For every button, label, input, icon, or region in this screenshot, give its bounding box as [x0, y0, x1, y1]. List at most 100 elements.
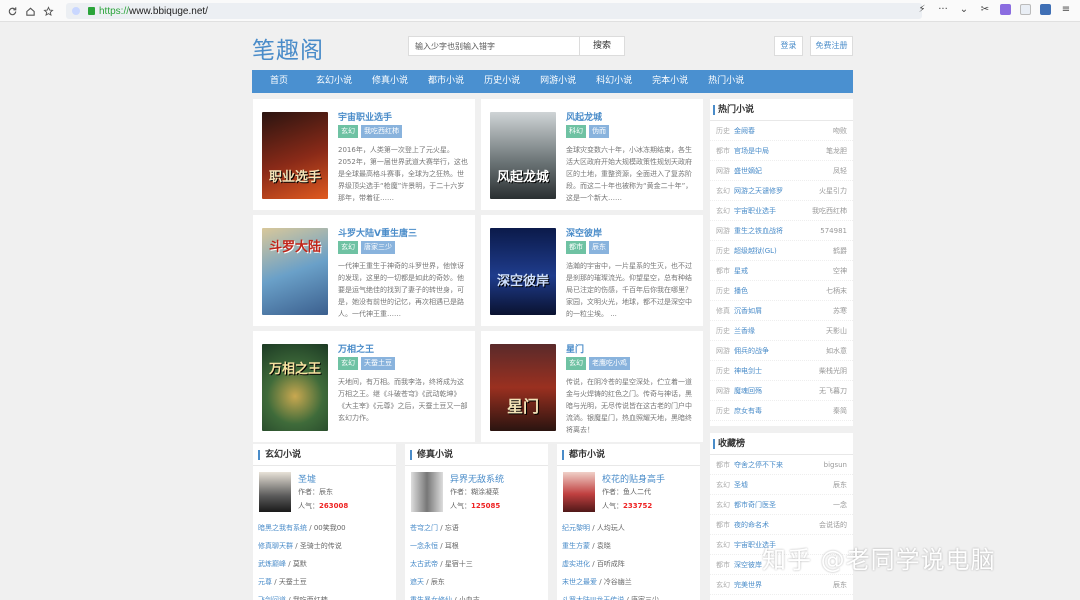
- featured-card[interactable]: 职业选手 宇宙职业选手 玄幻 我吃西红柿 2016年，人类第一次登上了元火星。20…: [253, 99, 475, 210]
- category-tag[interactable]: 科幻: [566, 125, 586, 138]
- ranking-row[interactable]: 玄幻 宇宙职业选手 我吃西红柿: [710, 201, 853, 221]
- bookmark-star-icon[interactable]: [38, 1, 58, 21]
- list-item[interactable]: 暗黑之我有系统 / 00笑我00: [258, 519, 396, 537]
- category-tag[interactable]: 玄幻: [338, 357, 358, 370]
- book-title[interactable]: 深空彼岸: [566, 226, 602, 239]
- ranking-row[interactable]: 都市 夜的命名术 会说话的: [710, 515, 853, 535]
- row-title[interactable]: 官场是中局: [734, 146, 826, 156]
- ranking-row[interactable]: 都市 官场是中局 笔龙胆: [710, 141, 853, 161]
- row-title[interactable]: 庶女有毒: [734, 406, 833, 416]
- list-item[interactable]: 修真聊天群 / 圣骑士的传说: [258, 537, 396, 555]
- window-icon[interactable]: [1020, 3, 1031, 15]
- nav-home[interactable]: 首页: [260, 70, 306, 93]
- category-tag[interactable]: 都市: [566, 241, 586, 254]
- book-title[interactable]: 星门: [566, 342, 584, 355]
- profile-icon[interactable]: [1040, 3, 1051, 15]
- row-title[interactable]: 金阙春: [734, 126, 833, 136]
- list-item[interactable]: 斗罗大陆III龙王传说 / 唐家三少: [562, 591, 700, 600]
- ranking-row[interactable]: 网游 魔魂回殇 无飞暮刀: [710, 381, 853, 401]
- book-cover[interactable]: 职业选手: [262, 112, 328, 199]
- ranking-row[interactable]: 玄幻 完美世界 辰东: [710, 575, 853, 595]
- row-title[interactable]: 佣兵的战争: [734, 346, 826, 356]
- author-tag[interactable]: 老鹰吃小鸡: [589, 357, 630, 370]
- lightning-icon[interactable]: ⚡: [916, 3, 928, 15]
- author-tag[interactable]: 我吃西红柿: [361, 125, 402, 138]
- ranking-row[interactable]: 网游 盛世嫡妃 凤轻: [710, 161, 853, 181]
- book-thumb[interactable]: [563, 472, 595, 512]
- list-item[interactable]: 武炼巅峰 / 莫默: [258, 555, 396, 573]
- panel-book-title[interactable]: 校花的贴身高手: [602, 472, 665, 485]
- list-item[interactable]: 元尊 / 天蚕土豆: [258, 573, 396, 591]
- row-title[interactable]: 魔魂回殇: [734, 386, 819, 396]
- book-title[interactable]: 斗罗大陆V重生唐三: [338, 226, 417, 239]
- row-title[interactable]: 完美世界: [734, 580, 833, 590]
- nav-wanben[interactable]: 完本小说: [642, 70, 698, 93]
- register-button[interactable]: 免费注册: [810, 36, 853, 56]
- book-title[interactable]: 宇宙职业选手: [338, 110, 392, 123]
- address-bar[interactable]: https://www.bbiquge.net/: [66, 3, 922, 19]
- nav-xuanhuan[interactable]: 玄幻小说: [306, 70, 362, 93]
- list-item[interactable]: 太古武帝 / 星宿十三: [410, 555, 548, 573]
- row-title[interactable]: 重生之铁血战将: [734, 226, 820, 236]
- row-title[interactable]: 星戒: [734, 266, 833, 276]
- list-item[interactable]: 重生方蒙 / 袁晓: [562, 537, 700, 555]
- book-cover[interactable]: 深空彼岸: [490, 228, 556, 315]
- author-tag[interactable]: 伪而: [589, 125, 609, 138]
- row-title[interactable]: 神电剑士: [734, 366, 819, 376]
- nav-dushi[interactable]: 都市小说: [418, 70, 474, 93]
- featured-card[interactable]: 万相之王 万相之王 玄幻 天蚕土豆 天地间，有万相。而我李洛，终将成为这万相之王。…: [253, 331, 475, 442]
- home-icon[interactable]: [20, 1, 40, 21]
- category-tag[interactable]: 玄幻: [566, 357, 586, 370]
- login-button[interactable]: 登录: [774, 36, 803, 56]
- nav-wangyou[interactable]: 网游小说: [530, 70, 586, 93]
- ranking-row[interactable]: 修真 沉香如屑 苏寒: [710, 301, 853, 321]
- ranking-row[interactable]: 都市 星戒 空神: [710, 261, 853, 281]
- ranking-row[interactable]: 历史 播色 七柄末: [710, 281, 853, 301]
- scissors-icon[interactable]: ✂: [979, 3, 991, 15]
- book-thumb[interactable]: [411, 472, 443, 512]
- row-title[interactable]: 沉香如屑: [734, 306, 833, 316]
- search-button[interactable]: 搜索: [579, 36, 625, 56]
- menu-icon[interactable]: ≡: [1060, 3, 1072, 15]
- nav-remen[interactable]: 热门小说: [698, 70, 754, 93]
- more-dots-icon[interactable]: ···: [937, 3, 949, 15]
- nav-kehuan[interactable]: 科幻小说: [586, 70, 642, 93]
- ranking-row[interactable]: 历史 超级越狱(GL) 鹤爵: [710, 241, 853, 261]
- ranking-row[interactable]: 网游 佣兵的战争 如水意: [710, 341, 853, 361]
- row-title[interactable]: 夺舍之停不下来: [734, 460, 824, 470]
- author-tag[interactable]: 唐家三少: [361, 241, 395, 254]
- row-title[interactable]: 超级越狱(GL): [734, 246, 833, 256]
- category-tag[interactable]: 玄幻: [338, 241, 358, 254]
- chevron-down-icon[interactable]: ⌄: [958, 3, 970, 15]
- ranking-row[interactable]: 玄幻 圣墟 辰东: [710, 475, 853, 495]
- row-title[interactable]: 圣墟: [734, 480, 833, 490]
- list-item[interactable]: 虚实进化 / 百听成阵: [562, 555, 700, 573]
- refresh-icon[interactable]: [2, 1, 22, 21]
- row-title[interactable]: 网游之天谴修罗: [734, 186, 819, 196]
- featured-card[interactable]: 星门 星门 玄幻 老鹰吃小鸡 传说，在阴冷苍的星空深处，伫立着一道金与火焊铸的红色…: [481, 331, 703, 442]
- category-tag[interactable]: 玄幻: [338, 125, 358, 138]
- book-cover[interactable]: 星门: [490, 344, 556, 431]
- book-cover[interactable]: 万相之王: [262, 344, 328, 431]
- row-title[interactable]: 盛世嫡妃: [734, 166, 833, 176]
- row-title[interactable]: 宇宙职业选手: [734, 206, 812, 216]
- list-item[interactable]: 纪元黎明 / 人均玩人: [562, 519, 700, 537]
- book-title[interactable]: 万相之王: [338, 342, 374, 355]
- panel-book-title[interactable]: 圣墟: [298, 472, 316, 485]
- ranking-row[interactable]: 网游 重生之铁血战将 574981: [710, 221, 853, 241]
- ranking-row[interactable]: 历史 神电剑士 柴栈光阴: [710, 361, 853, 381]
- list-item[interactable]: 苍穹之门 / 忘语: [410, 519, 548, 537]
- book-thumb[interactable]: [259, 472, 291, 512]
- nav-lishi[interactable]: 历史小说: [474, 70, 530, 93]
- featured-card[interactable]: 深空彼岸 深空彼岸 都市 辰东 浩瀚的宇宙中，一片星系的生灭，也不过是刹那的璀璨流…: [481, 215, 703, 326]
- ranking-row[interactable]: 历史 兰香缘 天影山: [710, 321, 853, 341]
- author-tag[interactable]: 天蚕土豆: [361, 357, 395, 370]
- panel-book-title[interactable]: 异界无敌系统: [450, 472, 504, 485]
- book-title[interactable]: 风起龙城: [566, 110, 602, 123]
- ranking-row[interactable]: 历史 庶女有毒 秦简: [710, 401, 853, 421]
- author-tag[interactable]: 辰东: [589, 241, 609, 254]
- book-cover[interactable]: 斗罗大陆: [262, 228, 328, 315]
- list-item[interactable]: 末世之最爱 / 冷谷幽兰: [562, 573, 700, 591]
- list-item[interactable]: 重生暴女修仙 / 小血吉: [410, 591, 548, 600]
- list-item[interactable]: 飞剑问道 / 我吃西红柿: [258, 591, 396, 600]
